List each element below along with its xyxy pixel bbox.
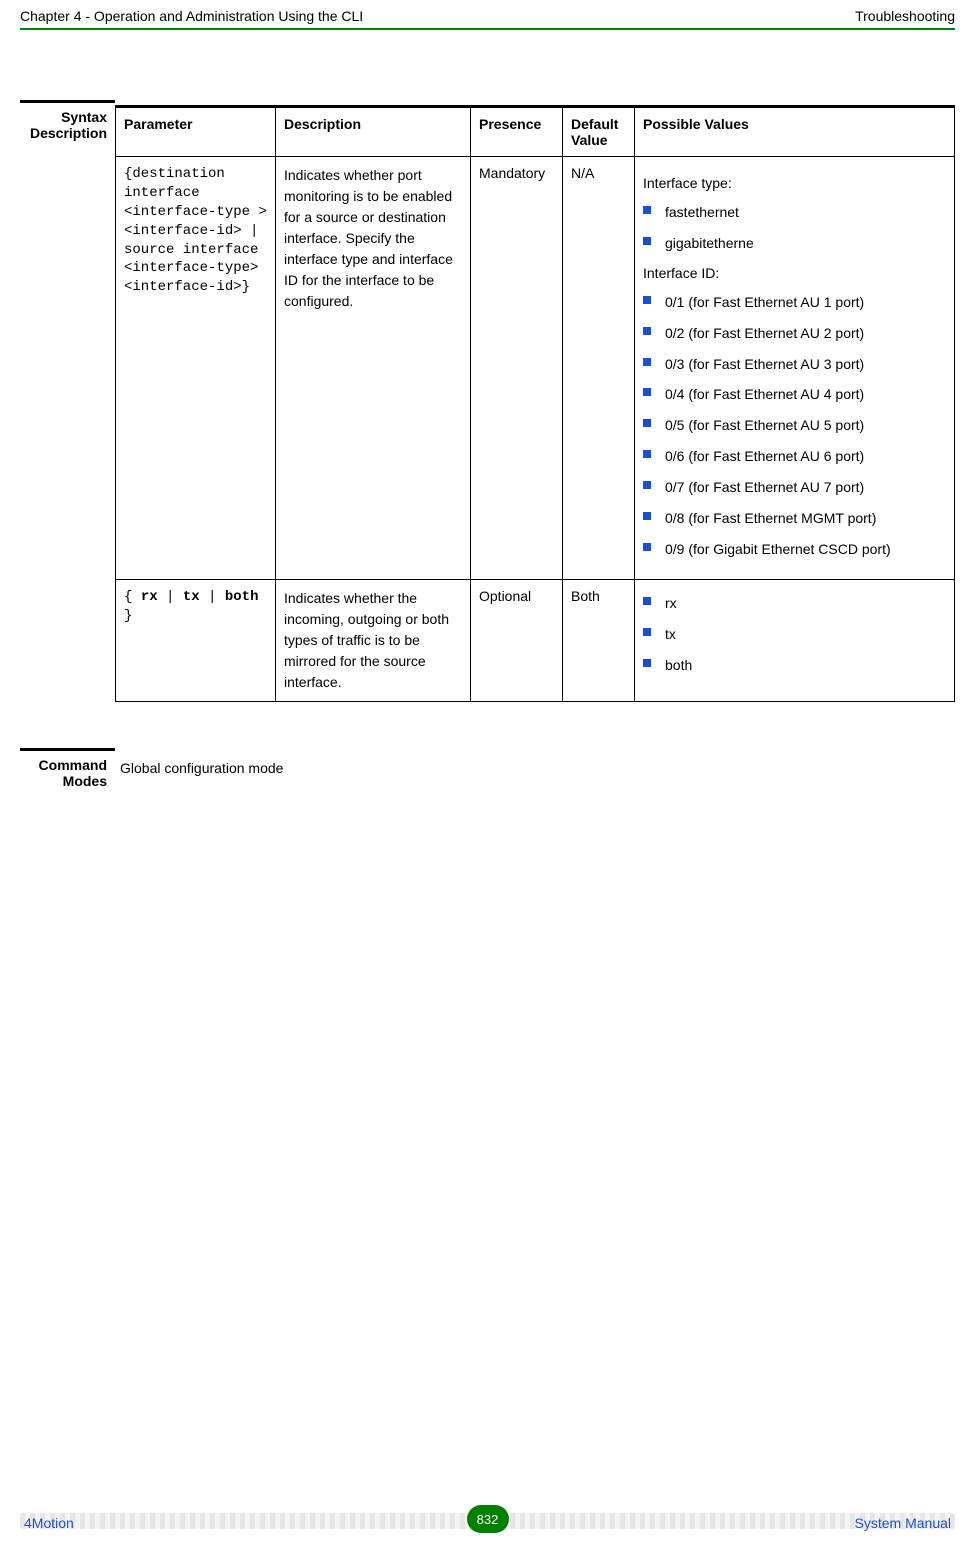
th-possible-values: Possible Values: [635, 107, 955, 157]
command-modes-label: Command Modes: [20, 748, 115, 789]
list-item: rx: [643, 594, 946, 613]
list-item: tx: [643, 625, 946, 644]
syntax-label-line2: Description: [20, 125, 107, 141]
list-item: 0/8 (for Fast Ethernet MGMT port): [643, 509, 946, 528]
cell-default: N/A: [563, 157, 635, 580]
syntax-description-label: Syntax Description: [20, 100, 115, 141]
cell-parameter: {destination interface <interface-type >…: [116, 157, 276, 580]
param-text: }: [124, 608, 132, 624]
modes-label-line2: Modes: [20, 773, 107, 789]
table-row: { rx | tx | both } Indicates whether the…: [116, 579, 955, 701]
cell-presence: Mandatory: [471, 157, 563, 580]
list-item: 0/5 (for Fast Ethernet AU 5 port): [643, 416, 946, 435]
table-header-row: Parameter Description Presence Default V…: [116, 107, 955, 157]
cell-default: Both: [563, 579, 635, 701]
param-text: |: [158, 589, 183, 605]
cell-description: Indicates whether port monitoring is to …: [276, 157, 471, 580]
param-bold: rx: [141, 589, 158, 605]
cell-possible-values: rx tx both: [635, 579, 955, 701]
param-text: |: [200, 589, 225, 605]
list-item: 0/4 (for Fast Ethernet AU 4 port): [643, 385, 946, 404]
table-row: {destination interface <interface-type >…: [116, 157, 955, 580]
param-text: {: [124, 589, 141, 605]
footer-right-text: System Manual: [855, 1515, 951, 1531]
param-bold: tx: [183, 589, 200, 605]
cell-parameter: { rx | tx | both }: [116, 579, 276, 701]
cell-description: Indicates whether the incoming, outgoing…: [276, 579, 471, 701]
parameters-table: Parameter Description Presence Default V…: [115, 105, 955, 702]
th-description: Description: [276, 107, 471, 157]
param-bold: both: [225, 589, 259, 605]
list-item: 0/1 (for Fast Ethernet AU 1 port): [643, 293, 946, 312]
list-item: 0/6 (for Fast Ethernet AU 6 port): [643, 447, 946, 466]
list-item: 0/2 (for Fast Ethernet AU 2 port): [643, 324, 946, 343]
th-parameter: Parameter: [116, 107, 276, 157]
interface-type-heading: Interface type:: [643, 175, 946, 191]
interface-id-heading: Interface ID:: [643, 265, 946, 281]
th-default-value: Default Value: [563, 107, 635, 157]
modes-label-line1: Command: [20, 757, 107, 773]
footer-left-text: 4Motion: [24, 1515, 74, 1531]
cell-possible-values: Interface type: fastethernet gigabitethe…: [635, 157, 955, 580]
page-header: Chapter 4 - Operation and Administration…: [0, 0, 975, 28]
cell-presence: Optional: [471, 579, 563, 701]
syntax-label-line1: Syntax: [20, 109, 107, 125]
header-left: Chapter 4 - Operation and Administration…: [20, 8, 363, 24]
header-right: Troubleshooting: [855, 8, 955, 24]
list-item: fastethernet: [643, 203, 946, 222]
list-item: 0/7 (for Fast Ethernet AU 7 port): [643, 478, 946, 497]
list-item: both: [643, 656, 946, 675]
list-item: gigabitetherne: [643, 234, 946, 253]
command-modes-text: Global configuration mode: [115, 754, 955, 776]
list-item: 0/3 (for Fast Ethernet AU 3 port): [643, 355, 946, 374]
page-footer: 832 4Motion System Manual: [0, 1513, 975, 1531]
th-presence: Presence: [471, 107, 563, 157]
list-item: 0/9 (for Gigabit Ethernet CSCD port): [643, 540, 946, 559]
